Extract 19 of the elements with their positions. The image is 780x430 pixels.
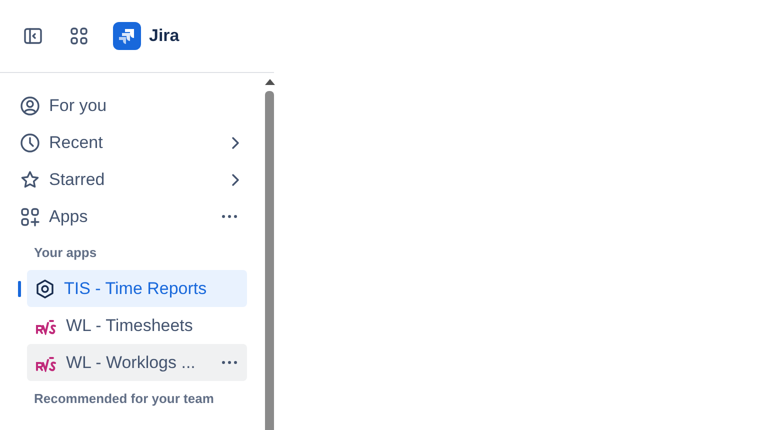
selection-indicator — [18, 280, 21, 296]
chevron-right-icon — [231, 136, 239, 148]
chevron-right-icon — [231, 174, 239, 186]
nav-item[interactable]: For you — [18, 87, 247, 124]
app-item[interactable]: TIS - Time Reports — [27, 270, 247, 307]
nav-item[interactable]: Starred — [18, 161, 247, 198]
app-item[interactable]: WL - Worklogs ... — [27, 344, 247, 381]
user-icon — [20, 96, 40, 116]
clock-icon — [20, 132, 40, 152]
section-heading: Your apps — [33, 244, 98, 262]
hexagon-icon — [35, 278, 55, 298]
jira-logo-icon[interactable] — [113, 22, 141, 50]
section-heading: Recommended for your team — [33, 390, 215, 408]
apps-icon — [20, 206, 40, 226]
app-item[interactable]: WL - Timesheets — [27, 307, 247, 344]
product-name: Jira — [149, 26, 180, 46]
nav-item[interactable]: Recent — [18, 124, 247, 161]
nav-item[interactable]: Apps — [18, 198, 247, 235]
star-icon — [20, 170, 40, 190]
